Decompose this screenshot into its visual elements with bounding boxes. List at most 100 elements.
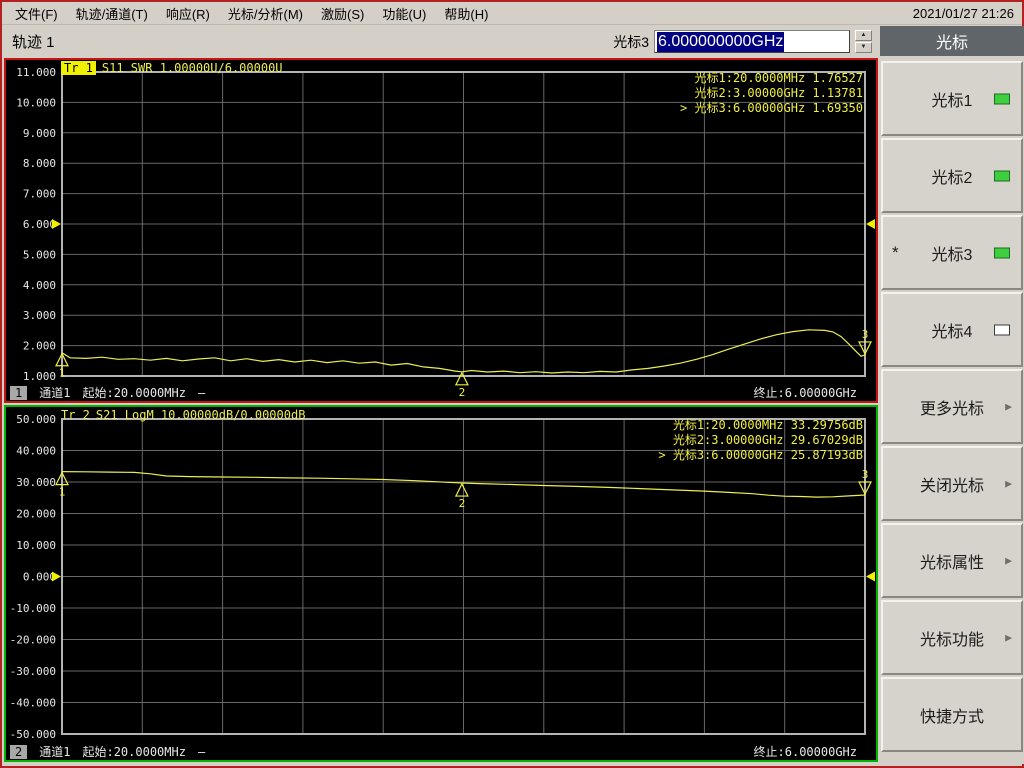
stepper-up-icon[interactable]: ▲: [855, 30, 872, 41]
datetime-display: 2021/01/27 21:26: [912, 5, 1014, 21]
y-tick-label: -20.000: [10, 634, 56, 647]
marker-entry-group: 光标3 6.000000000GHz ▲ ▼: [613, 30, 878, 53]
y-tick-label: 11.000: [16, 66, 56, 79]
checkbox-off-icon: [994, 324, 1010, 335]
submenu-arrow-icon: ▶: [1005, 632, 1012, 642]
channel1-name: 通道1: [39, 386, 71, 400]
marker3-entry-label: 光标3: [613, 33, 649, 50]
ref-level-arrow-left-icon: [52, 571, 61, 582]
submenu-arrow-icon: ▶: [1005, 478, 1012, 488]
softkey-快捷方式[interactable]: 快捷方式: [881, 677, 1023, 752]
y-tick-label: 40.000: [16, 445, 56, 458]
submenu-arrow-icon: ▶: [1005, 555, 1012, 565]
trace1-plot-area[interactable]: 11.000 10.000 9.000 8.000 7.000 6.000 5.000 4.0…: [7, 60, 879, 399]
softkey-label: 光标2: [931, 169, 973, 187]
vna-application-window: 文件(F) 轨迹/通道(T) 响应(R) 光标/分析(M) 激励(S) 功能(U) 帮助(H…: [0, 0, 1024, 768]
trace2-header: Tr 2 S21 LogM 10.00000dB/0.00000dB: [61, 407, 306, 422]
y-tick-label: 5.000: [23, 248, 56, 261]
submenu-arrow-icon: ▶: [1005, 401, 1012, 411]
menu-item-1[interactable]: 轨迹/通道(T): [67, 2, 157, 25]
y-tick-label: 20.000: [16, 508, 56, 521]
y-tick-label: 8.000: [23, 157, 56, 170]
trace2-start-frequency: 起始:20.0000MHz: [82, 745, 186, 759]
softkey-光标4[interactable]: 光标4: [881, 292, 1023, 367]
softkey-更多光标[interactable]: 更多光标 ▶: [881, 369, 1023, 444]
marker-triangle-icon: [454, 371, 469, 386]
menu-item-3[interactable]: 光标/分析(M): [219, 2, 312, 25]
marker-2[interactable]: 2: [454, 482, 469, 510]
trace1-stop-frequency: 终止:6.00000GHz: [753, 386, 857, 400]
marker-frequency-stepper: ▲ ▼: [855, 30, 872, 53]
ref-level-arrow-right-icon: [866, 219, 875, 229]
marker-readout: > 光标3:6.00000GHz 1.69350: [680, 101, 863, 115]
menu-bar: 文件(F) 轨迹/通道(T) 响应(R) 光标/分析(M) 激励(S) 功能(U) 帮助(H…: [2, 2, 1022, 25]
trace1-svg: 11.000 10.000 9.000 8.000 7.000 6.000 5.000 4.0…: [16, 66, 875, 399]
softkey-label: 光标1: [931, 92, 973, 110]
marker-number: 2: [459, 497, 466, 510]
softkey-sidebar: 光标 光标1 光标2 光标3 * 光标4 更多光标 ▶ 关闭光标 ▶ 光标属性 ▶ 光标功能 ▶ 快捷方式: [880, 26, 1024, 764]
trace2-sweep-indicator: —: [197, 744, 206, 759]
menu-item-0[interactable]: 文件(F): [6, 2, 67, 25]
trace2-id-badge[interactable]: Tr 2: [61, 408, 90, 422]
softkey-光标1[interactable]: 光标1: [881, 61, 1023, 136]
marker-number: 3: [862, 328, 869, 341]
softkey-label: 快捷方式: [919, 708, 984, 726]
trace2-svg: 50.000 40.000 30.000 20.000 10.000 0.000 -10.0…: [10, 413, 875, 741]
y-tick-label: 10.000: [16, 96, 56, 109]
marker-frequency-value: 6.000000000GHz: [657, 31, 785, 52]
softkey-label: 光标功能: [919, 631, 984, 649]
softkey-光标属性[interactable]: 光标属性 ▶: [881, 523, 1023, 598]
trace2-plot-area[interactable]: 50.000 40.000 30.000 20.000 10.000 0.000 -10.0…: [7, 407, 879, 744]
menu-items: 文件(F) 轨迹/通道(T) 响应(R) 光标/分析(M) 激励(S) 功能(U) 帮助(H…: [6, 2, 497, 25]
checkbox-on-icon: [994, 247, 1010, 258]
trace1-title: S11 SWR 1.00000U/6.00000U: [101, 60, 283, 75]
menu-item-5[interactable]: 功能(U): [373, 2, 435, 25]
y-tick-label: 50.000: [16, 413, 56, 426]
active-trace-label: 轨迹 1: [12, 34, 55, 51]
y-tick-label: 6.000: [23, 218, 56, 231]
marker-readout: > 光标3:6.00000GHz 25.87193dB: [658, 448, 863, 462]
menu-item-6[interactable]: 帮助(H): [435, 2, 497, 25]
softkey-光标2[interactable]: 光标2: [881, 138, 1023, 213]
trace1-id-badge[interactable]: Tr 1: [61, 60, 96, 75]
trace2-window: Tr 2 S21 LogM 10.00000dB/0.00000dB 50.00…: [4, 405, 878, 762]
trace1-status-bar: 1 通道1 起始:20.0000MHz — 终止:6.00000GHz: [7, 384, 875, 401]
menu-item-2[interactable]: 响应(R): [157, 2, 219, 25]
marker-readout: 光标2:3.00000GHz 29.67029dB: [673, 433, 863, 447]
softkey-label: 光标3: [931, 246, 973, 264]
channel1-badge: 1: [10, 385, 28, 400]
menu-item-4[interactable]: 激励(S): [312, 2, 373, 25]
y-tick-label: 7.000: [23, 188, 56, 201]
y-tick-label: 30.000: [16, 476, 56, 489]
checkbox-on-icon: [994, 170, 1010, 181]
softkey-关闭光标[interactable]: 关闭光标 ▶: [881, 446, 1023, 521]
channel2-name: 通道1: [39, 745, 71, 759]
y-tick-label: 4.000: [23, 279, 56, 292]
sidebar-buttons: 光标1 光标2 光标3 * 光标4 更多光标 ▶ 关闭光标 ▶ 光标属性 ▶ 光标功能 ▶ 快捷方式: [880, 61, 1024, 752]
y-tick-label: -10.000: [10, 602, 56, 615]
softkey-label: 光标属性: [919, 554, 984, 572]
y-tick-label: -40.000: [10, 697, 56, 710]
trace1-start-frequency: 起始:20.0000MHz: [82, 386, 186, 400]
marker-frequency-input[interactable]: 6.000000000GHz: [654, 30, 850, 53]
marker-triangle-icon: [454, 482, 469, 497]
y-tick-label: 0.000: [23, 571, 56, 584]
marker-readout: 光标2:3.00000GHz 1.13781: [695, 86, 864, 100]
softkey-光标3[interactable]: 光标3 *: [881, 215, 1023, 290]
marker-readout: 光标1:20.0000MHz 1.76527: [695, 71, 864, 85]
ref-level-arrow-left-icon: [52, 219, 61, 229]
marker-readout: 光标1:20.0000MHz 33.29756dB: [673, 418, 863, 432]
y-tick-label: 10.000: [16, 539, 56, 552]
ref-level-arrow-right-icon: [866, 571, 875, 582]
softkey-光标功能[interactable]: 光标功能 ▶: [881, 600, 1023, 675]
softkey-label: 光标4: [931, 323, 973, 341]
y-tick-label: -30.000: [10, 665, 56, 678]
checkbox-on-icon: [994, 93, 1010, 104]
y-tick-label: 1.000: [23, 370, 56, 383]
sidebar-title: 光标: [880, 26, 1024, 56]
channel2-badge: 2: [10, 744, 28, 759]
stepper-down-icon[interactable]: ▼: [855, 42, 872, 53]
trace2-title: S21 LogM 10.00000dB/0.00000dB: [95, 407, 306, 422]
toolbar: 轨迹 1 光标3 6.000000000GHz ▲ ▼: [2, 26, 878, 57]
marker-number: 1: [59, 367, 66, 380]
